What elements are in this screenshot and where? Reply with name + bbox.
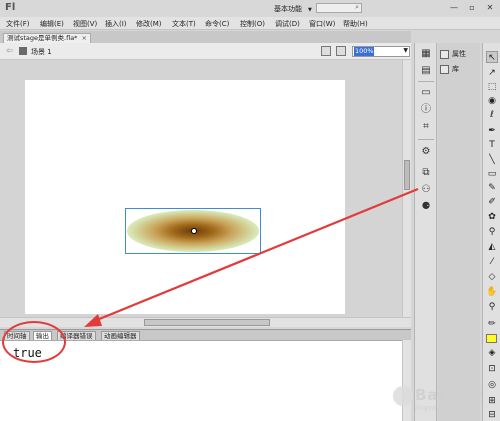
stroke-color-icon[interactable]: ✏ xyxy=(486,318,498,330)
align-icon[interactable]: ▤ xyxy=(420,65,432,77)
app-logo: Fl xyxy=(5,2,16,13)
chevron-down-icon: ▼ xyxy=(403,47,408,54)
close-icon[interactable]: × xyxy=(81,34,86,42)
scrollbar-thumb[interactable] xyxy=(404,160,410,190)
menu-bar: 文件(F) 编辑(E) 视图(V) 插入(I) 修改(M) 文本(T) 命令(C… xyxy=(0,17,500,30)
chevron-down-icon: ▼ xyxy=(308,7,312,13)
gradient-ellipse[interactable] xyxy=(127,210,259,252)
lasso-tool-icon[interactable]: ℓ xyxy=(486,109,498,121)
motion-presets-icon[interactable]: ⚇ xyxy=(420,184,432,196)
workspace-label: 基本功能 xyxy=(274,5,302,13)
text-tool-icon[interactable]: T xyxy=(486,139,498,151)
rectangle-tool-icon[interactable]: ▭ xyxy=(486,168,498,180)
collapsed-panels: 属性 库 xyxy=(438,43,480,421)
close-button[interactable]: ✕ xyxy=(483,2,497,14)
code-snippets-icon[interactable]: ⚙ xyxy=(420,146,432,158)
brush-tool-icon[interactable]: ✐ xyxy=(486,196,498,208)
scene-icon xyxy=(19,47,27,55)
pen-tool-icon[interactable]: ✒ xyxy=(486,125,498,137)
help-search-input[interactable]: ⌕ xyxy=(316,3,362,13)
menu-text[interactable]: 文本(T) xyxy=(172,19,196,29)
scrollbar-thumb[interactable] xyxy=(144,319,270,326)
3d-rotation-tool-icon[interactable]: ◉ xyxy=(486,95,498,107)
library-icon xyxy=(440,64,449,74)
transform-icon[interactable]: ⓘ xyxy=(420,104,432,116)
eraser-tool-icon[interactable]: ◇ xyxy=(486,271,498,283)
edit-bar: ⇦ 场景 1 100% ▼ xyxy=(0,43,411,60)
properties-panel-button[interactable]: 属性 xyxy=(440,48,478,61)
deco-tool-icon[interactable]: ✿ xyxy=(486,211,498,223)
divider xyxy=(418,81,434,82)
behaviors-icon[interactable]: ⚈ xyxy=(420,201,432,213)
zoom-value: 100% xyxy=(354,47,374,56)
menu-help[interactable]: 帮助(H) xyxy=(343,19,368,29)
menu-control[interactable]: 控制(O) xyxy=(240,19,265,29)
actions-icon[interactable]: ⌗ xyxy=(420,121,432,133)
scene-label[interactable]: 场景 1 xyxy=(31,47,52,57)
tools-panel: ↖ ↗ ⬚ ◉ ℓ ✒ T ╲ ▭ ✎ ✐ ✿ ⚲ ◭ ⁄ ◇ ✋ ⚲ ✏ ◈ … xyxy=(482,43,500,421)
panel-icon-strip: ▦ ▤ ▭ ⓘ ⌗ ⚙ ⧉ ⚇ ⚈ xyxy=(414,43,437,421)
fill-color-swatch[interactable] xyxy=(486,334,497,343)
menu-window[interactable]: 窗口(W) xyxy=(309,19,335,29)
workspace-switcher[interactable]: 基本功能 ▼ xyxy=(274,4,312,14)
menu-commands[interactable]: 命令(C) xyxy=(205,19,229,29)
info-icon[interactable]: ▭ xyxy=(420,87,432,99)
menu-debug[interactable]: 调试(D) xyxy=(275,19,300,29)
edit-scene-icon[interactable] xyxy=(321,46,331,56)
selection-tool-icon[interactable]: ↖ xyxy=(486,51,498,63)
bone-tool-icon[interactable]: ⚲ xyxy=(486,226,498,238)
eyedropper-tool-icon[interactable]: ⁄ xyxy=(486,256,498,268)
watermark-url: jingyan.baidu.com xyxy=(415,404,480,412)
maximize-button[interactable]: ▫ xyxy=(465,2,479,14)
properties-icon xyxy=(440,49,449,59)
free-transform-tool-icon[interactable]: ⬚ xyxy=(486,81,498,93)
menu-insert[interactable]: 插入(I) xyxy=(105,19,127,29)
search-icon: ⌕ xyxy=(355,3,359,11)
edit-symbols-icon[interactable] xyxy=(336,46,346,56)
zoom-select[interactable]: 100% ▼ xyxy=(352,46,410,57)
stage[interactable] xyxy=(25,80,345,314)
minimize-button[interactable]: — xyxy=(447,2,461,14)
snap-to-objects-icon[interactable]: ⊡ xyxy=(486,363,498,375)
straighten-icon[interactable]: ⊞ xyxy=(486,395,498,407)
color-swatches-icon[interactable]: ▦ xyxy=(420,48,432,60)
flash-ide-window: Fl 基本功能 ▼ ⌕ — ▫ ✕ 文件(F) 编辑(E) 视图(V) 插入(I)… xyxy=(0,0,500,421)
smooth-icon[interactable]: ◎ xyxy=(486,379,498,391)
library-label: 库 xyxy=(452,65,459,73)
line-tool-icon[interactable]: ╲ xyxy=(486,154,498,166)
watermark-text: Bai 经验 xyxy=(415,386,483,404)
divider xyxy=(418,139,434,140)
properties-label: 属性 xyxy=(452,50,466,58)
baidu-jingyan-watermark: Bai 经验 jingyan.baidu.com xyxy=(385,382,485,414)
pencil-tool-icon[interactable]: ✎ xyxy=(486,182,498,194)
paw-logo-icon xyxy=(393,386,413,406)
output-text: true xyxy=(13,346,42,360)
hand-tool-icon[interactable]: ✋ xyxy=(486,286,498,298)
output-panel[interactable]: true xyxy=(0,340,402,421)
document-tab-title: 测试stage是单例类.fla* xyxy=(7,34,78,42)
stage-vertical-scrollbar[interactable] xyxy=(402,60,411,317)
document-tab[interactable]: 测试stage是单例类.fla* × xyxy=(3,33,91,43)
components-icon[interactable]: ⧉ xyxy=(420,167,432,179)
title-bar: Fl 基本功能 ▼ ⌕ — ▫ ✕ xyxy=(0,0,500,17)
bottom-panel-tabs: 时间轴 输出 编译器错误 动画编辑器 xyxy=(0,329,411,341)
stage-horizontal-scrollbar[interactable] xyxy=(0,317,411,327)
options-icon[interactable]: ⊟ xyxy=(486,409,498,421)
menu-edit[interactable]: 编辑(E) xyxy=(40,19,64,29)
menu-modify[interactable]: 修改(M) xyxy=(136,19,162,29)
library-panel-button[interactable]: 库 xyxy=(440,63,478,76)
menu-view[interactable]: 视图(V) xyxy=(73,19,97,29)
menu-file[interactable]: 文件(F) xyxy=(6,19,30,29)
paint-bucket-tool-icon[interactable]: ◭ xyxy=(486,241,498,253)
selection-bounding-box[interactable] xyxy=(125,208,261,254)
swap-colors-icon[interactable]: ◈ xyxy=(486,347,498,359)
pasteboard xyxy=(0,60,402,317)
subselection-tool-icon[interactable]: ↗ xyxy=(486,67,498,79)
zoom-tool-icon[interactable]: ⚲ xyxy=(486,301,498,313)
back-arrow-icon[interactable]: ⇦ xyxy=(6,46,13,55)
document-tab-bar: 测试stage是单例类.fla* × xyxy=(0,31,411,43)
registration-point xyxy=(191,228,197,234)
